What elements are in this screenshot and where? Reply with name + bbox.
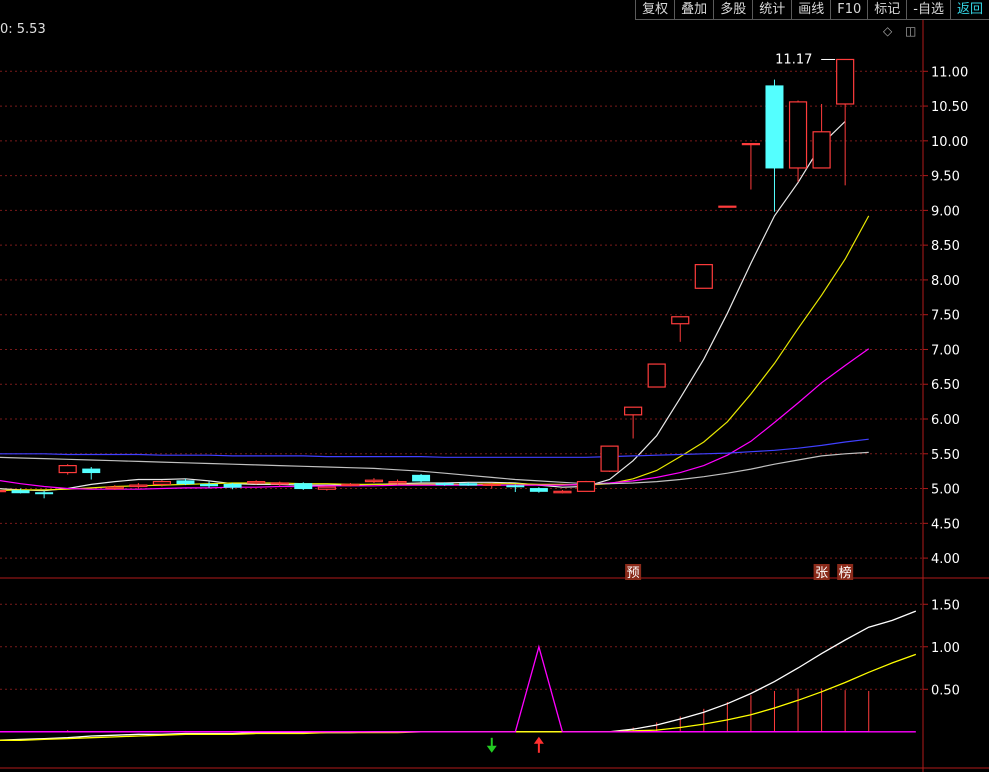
candle-body — [506, 485, 525, 488]
y-tick-label: 9.00 — [931, 204, 960, 219]
y-tick-label: 6.50 — [931, 378, 960, 393]
y-tick-label: 5.50 — [931, 448, 960, 463]
candle-body — [388, 480, 407, 484]
candle-body — [694, 264, 713, 289]
candle-body — [624, 406, 643, 416]
signal-arrow-up-head — [533, 736, 544, 744]
candle-body — [741, 143, 761, 146]
candle-body — [247, 480, 266, 484]
window-icon[interactable]: ◫ — [905, 24, 916, 38]
y-tick-label: 1.50 — [931, 598, 960, 613]
candle-body — [459, 483, 478, 486]
fuquan-button[interactable]: 复权 — [635, 0, 675, 20]
y-tick-label: 10.50 — [931, 100, 968, 115]
candle-body — [0, 490, 7, 493]
overlay-button[interactable]: 叠加 — [674, 0, 714, 20]
y-tick-label: 9.50 — [931, 170, 960, 185]
candle-body — [482, 483, 501, 486]
candle-body — [200, 483, 219, 487]
candle-body — [294, 483, 313, 490]
y-tick-label: 0.50 — [931, 683, 960, 698]
candle-body — [129, 484, 148, 488]
candle-body — [364, 479, 384, 483]
candle-body — [317, 486, 336, 490]
candle-body — [671, 316, 690, 325]
diamond-icon[interactable]: ◇ — [883, 24, 892, 38]
back-button[interactable]: 返回 — [949, 0, 989, 20]
candle-body — [836, 58, 855, 105]
y-tick-label: 6.00 — [931, 413, 960, 428]
ma-line-ma5 — [0, 120, 846, 492]
indicator-line-dif — [0, 610, 917, 741]
y-tick-label: 4.00 — [931, 552, 960, 567]
candle-body — [11, 490, 30, 494]
indicator-line-dea — [0, 653, 917, 741]
candle-body — [58, 465, 77, 474]
price-readout: 0: 5.53 — [0, 22, 46, 37]
statistics-button[interactable]: 统计 — [752, 0, 792, 20]
multi-stock-button[interactable]: 多股 — [713, 0, 753, 20]
event-tag-label: 预 — [627, 566, 640, 581]
remove-watchlist-button[interactable]: -自选 — [906, 0, 950, 20]
y-tick-label: 7.00 — [931, 343, 960, 358]
candle-body — [812, 131, 831, 169]
indicator-line-sig — [0, 644, 916, 733]
y-tick-label: 5.00 — [931, 483, 960, 498]
candle-body — [576, 480, 596, 492]
event-tag-label: 张 — [815, 566, 828, 581]
y-tick-label: 1.00 — [931, 641, 960, 656]
y-tick-label: 11.00 — [931, 65, 968, 80]
y-tick-label: 8.50 — [931, 239, 960, 254]
y-tick-label: 10.00 — [931, 135, 968, 150]
toolbar: 复权 叠加 多股 统计 画线 F10 标记 -自选 返回 — [635, 0, 989, 20]
candle-body — [82, 468, 101, 474]
signal-arrow-down-head — [486, 745, 497, 753]
candle-body — [105, 486, 124, 490]
ma-line-ma10 — [0, 215, 870, 492]
candle-body — [412, 474, 431, 482]
candle-body — [765, 85, 784, 169]
y-tick-label: 4.50 — [931, 517, 960, 532]
candle-body — [600, 445, 619, 472]
y-tick-label: 8.00 — [931, 274, 960, 289]
candle-body — [718, 205, 737, 208]
candle-body — [553, 490, 572, 494]
candle-body — [223, 483, 242, 488]
candle-body — [529, 488, 548, 492]
mark-button[interactable]: 标记 — [867, 0, 907, 20]
y-tick-label: 7.50 — [931, 309, 960, 324]
candle-body — [270, 482, 289, 485]
candle-body — [176, 480, 195, 485]
f10-button[interactable]: F10 — [830, 0, 868, 20]
event-tag-label: 榜 — [839, 565, 852, 581]
candle-body — [647, 363, 666, 388]
candle-body — [35, 492, 54, 495]
max-price-label: 11.17 — [775, 52, 812, 67]
candle-body — [341, 483, 360, 486]
candle-body — [435, 483, 454, 486]
stock-chart[interactable]: 4.00 4.50 5.00 5.50 6.00 6.50 7.00 7.50 8.00 8.50… — [0, 0, 989, 772]
candle-body — [788, 101, 808, 169]
candle-body — [152, 480, 172, 485]
draw-line-button[interactable]: 画线 — [791, 0, 831, 20]
